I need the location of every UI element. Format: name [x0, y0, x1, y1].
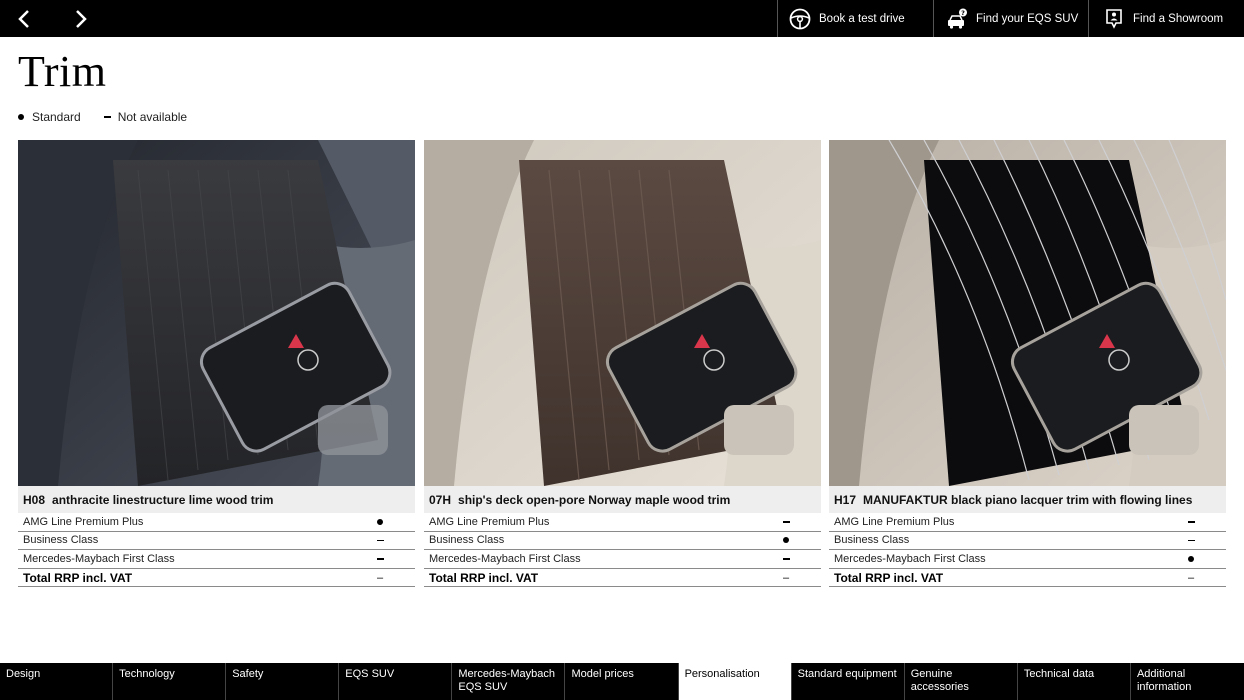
- next-page-button[interactable]: [61, 0, 101, 37]
- trim-code: H17: [834, 492, 857, 507]
- availability-row: Mercedes-Maybach First Class: [424, 550, 821, 569]
- trim-photo: [829, 140, 1226, 486]
- previous-page-button[interactable]: [4, 0, 44, 37]
- trim-name: MANUFAKTUR black piano lacquer trim with…: [863, 492, 1193, 507]
- total-price-row: Total RRP incl. VAT –: [18, 569, 415, 588]
- chevron-left-icon: [18, 9, 29, 28]
- legend-not-available-label: Not available: [117, 110, 188, 124]
- total-price-label: Total RRP incl. VAT: [834, 570, 944, 585]
- trim-card-h08: H08 anthracite linestructure lime wood t…: [18, 140, 415, 588]
- nav-safety[interactable]: Safety: [226, 663, 340, 700]
- nav-additional-information[interactable]: Additional information: [1131, 663, 1244, 700]
- variant-label: Business Class: [429, 534, 505, 547]
- standard-dot-icon: [18, 114, 24, 120]
- find-showroom-label: Find a Showroom: [1133, 12, 1224, 25]
- trim-name: ship's deck open-pore Norway maple wood …: [458, 492, 731, 507]
- total-price-label: Total RRP incl. VAT: [429, 570, 539, 585]
- not-available-dash-icon: [781, 558, 791, 560]
- find-eqs-suv-button[interactable]: ? Find your EQS SUV: [933, 0, 1088, 37]
- nav-design[interactable]: Design: [0, 663, 114, 700]
- not-available-dash-icon: [1186, 540, 1196, 542]
- total-price-label: Total RRP incl. VAT: [23, 570, 133, 585]
- variant-label: Business Class: [23, 534, 99, 547]
- nav-personalisation[interactable]: Personalisation: [678, 663, 792, 700]
- trim-card-h17: H17 MANUFAKTUR black piano lacquer trim …: [829, 140, 1226, 588]
- top-bar: Book a test drive ? Find your EQS SUV Fi…: [0, 0, 1244, 37]
- variant-label: AMG Line Premium Plus: [23, 515, 144, 528]
- trim-caption: H17 MANUFAKTUR black piano lacquer trim …: [829, 486, 1226, 513]
- standard-dot-icon: [375, 519, 385, 525]
- nav-standard-equipment[interactable]: Standard equipment: [792, 663, 905, 700]
- availability-row: Mercedes-Maybach First Class: [829, 550, 1226, 569]
- trim-photo: [424, 140, 821, 486]
- trim-code: H08: [23, 492, 46, 507]
- steering-wheel-icon: [788, 7, 812, 31]
- trim-photo: [18, 140, 415, 486]
- nav-genuine-accessories[interactable]: Genuine accessories: [905, 663, 1018, 700]
- nav-mercedes-maybach-eqs-suv[interactable]: Mercedes-Maybach EQS SUV: [452, 663, 566, 700]
- variant-label: AMG Line Premium Plus: [429, 515, 550, 528]
- availability-row: AMG Line Premium Plus: [829, 513, 1226, 532]
- variant-label: Mercedes-Maybach First Class: [834, 552, 986, 565]
- not-available-dash-icon: [375, 540, 385, 542]
- total-price-value: –: [782, 571, 790, 584]
- total-price-value: –: [376, 571, 384, 584]
- nav-technology[interactable]: Technology: [113, 663, 227, 700]
- trim-name: anthracite linestructure lime wood trim: [52, 492, 274, 507]
- total-price-row: Total RRP incl. VAT –: [424, 569, 821, 588]
- availability-row: Business Class: [829, 532, 1226, 551]
- total-price-row: Total RRP incl. VAT –: [829, 569, 1226, 588]
- page-title: Trim: [18, 47, 107, 96]
- book-test-drive-label: Book a test drive: [819, 12, 905, 25]
- availability-row: AMG Line Premium Plus: [18, 513, 415, 532]
- availability-row: Business Class: [424, 532, 821, 551]
- not-available-dash-icon: [103, 116, 111, 118]
- nav-model-prices[interactable]: Model prices: [565, 663, 679, 700]
- availability-row: Business Class: [18, 532, 415, 551]
- bottom-navigation: Design Technology Safety EQS SUV Mercede…: [0, 663, 1244, 700]
- legend-standard-label: Standard: [32, 110, 81, 124]
- nav-eqs-suv[interactable]: EQS SUV: [339, 663, 453, 700]
- not-available-dash-icon: [1186, 521, 1196, 523]
- not-available-dash-icon: [375, 558, 385, 560]
- location-pin-icon: [1102, 7, 1126, 31]
- standard-dot-icon: [781, 537, 791, 543]
- variant-label: Business Class: [834, 534, 910, 547]
- standard-dot-icon: [1186, 556, 1196, 562]
- variant-label: AMG Line Premium Plus: [834, 515, 955, 528]
- car-question-icon: ?: [945, 7, 969, 31]
- availability-row: AMG Line Premium Plus: [424, 513, 821, 532]
- svg-text:?: ?: [961, 9, 965, 17]
- book-test-drive-button[interactable]: Book a test drive: [777, 0, 933, 37]
- trim-card-07h: 07H ship's deck open-pore Norway maple w…: [424, 140, 821, 588]
- trim-caption: H08 anthracite linestructure lime wood t…: [18, 486, 415, 513]
- find-eqs-suv-label: Find your EQS SUV: [976, 12, 1079, 25]
- nav-technical-data[interactable]: Technical data: [1018, 663, 1131, 700]
- variant-label: Mercedes-Maybach First Class: [23, 552, 175, 565]
- availability-row: Mercedes-Maybach First Class: [18, 550, 415, 569]
- find-showroom-button[interactable]: Find a Showroom: [1088, 0, 1244, 37]
- variant-label: Mercedes-Maybach First Class: [429, 552, 581, 565]
- trim-caption: 07H ship's deck open-pore Norway maple w…: [424, 486, 821, 513]
- not-available-dash-icon: [781, 521, 791, 523]
- legend: Standard Not available: [18, 110, 187, 124]
- total-price-value: –: [1187, 571, 1195, 584]
- trim-code: 07H: [429, 492, 452, 507]
- chevron-right-icon: [76, 9, 87, 28]
